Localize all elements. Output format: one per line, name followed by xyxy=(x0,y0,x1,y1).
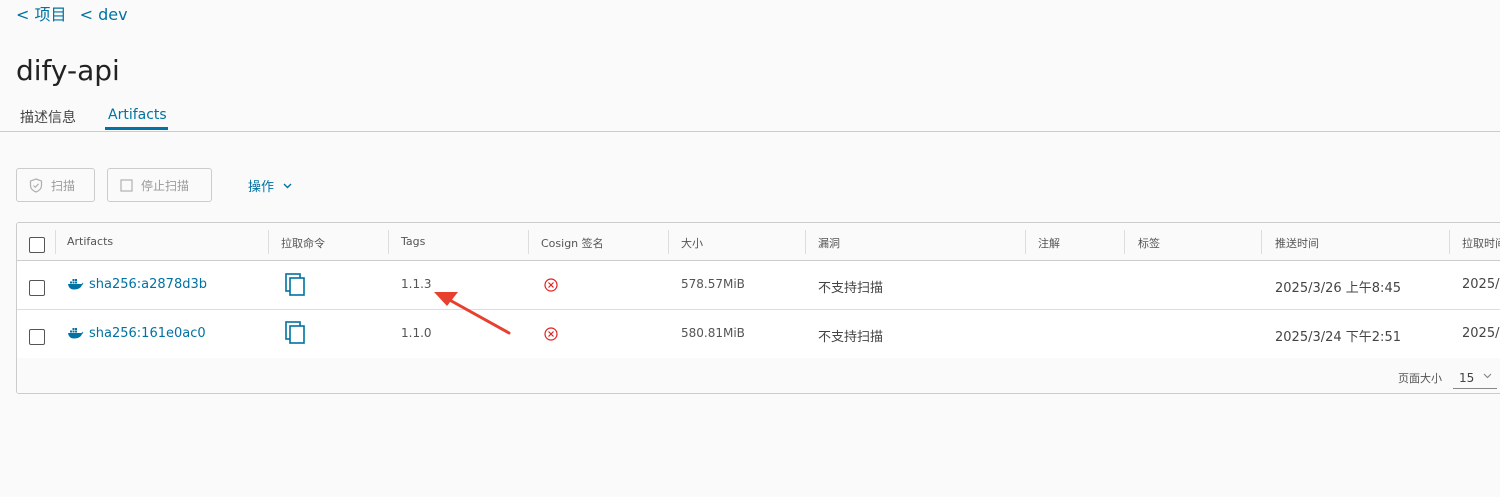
col-header-tags[interactable]: Tags xyxy=(401,235,425,248)
breadcrumb-projects-link[interactable]: < 项目 xyxy=(16,5,67,24)
push-time: 2025/3/24 下午2:51 xyxy=(1275,330,1401,345)
column-divider xyxy=(1025,230,1026,254)
column-divider xyxy=(268,230,269,254)
page-size-label: 页面大小 xyxy=(1398,372,1442,385)
copy-pull-command-icon[interactable] xyxy=(285,273,306,301)
stop-scan-button[interactable]: 停止扫描 xyxy=(107,168,212,202)
scan-button[interactable]: 扫描 xyxy=(16,168,95,202)
breadcrumb: < 项目 < dev xyxy=(16,1,136,25)
pull-time: 2025/ xyxy=(1462,277,1500,292)
row-checkbox[interactable] xyxy=(29,329,45,345)
copy-pull-command-icon[interactable] xyxy=(285,321,306,349)
col-header-push-time[interactable]: 推送时间 xyxy=(1275,235,1319,251)
artifact-digest-link[interactable]: sha256:a2878d3b xyxy=(67,277,207,292)
active-tab-indicator xyxy=(105,127,168,130)
col-header-annotations[interactable]: 注解 xyxy=(1038,235,1060,251)
actions-dropdown-label: 操作 xyxy=(248,180,275,195)
docker-icon xyxy=(68,328,84,339)
col-header-artifacts[interactable]: Artifacts xyxy=(67,235,113,248)
column-divider xyxy=(528,230,529,254)
actions-dropdown[interactable]: 操作 xyxy=(248,176,292,195)
breadcrumb-dev-link[interactable]: < dev xyxy=(80,5,128,24)
table-row[interactable]: sha256:161e0ac0 1.1.0 580.81MiB 不支持扫描 20… xyxy=(17,310,1500,359)
artifact-digest-link[interactable]: sha256:161e0ac0 xyxy=(67,326,206,341)
stop-square-icon xyxy=(120,178,133,192)
not-signed-icon xyxy=(544,277,558,296)
page-size-select[interactable]: 15 xyxy=(1453,364,1497,389)
table-row[interactable]: sha256:a2878d3b 1.1.3 578.57MiB 不支持扫描 20… xyxy=(17,261,1500,310)
docker-icon xyxy=(68,279,84,290)
col-header-labels[interactable]: 标签 xyxy=(1138,235,1160,251)
artifact-tag: 1.1.3 xyxy=(401,277,432,291)
col-header-pull-time[interactable]: 拉取时间 xyxy=(1462,235,1500,251)
column-divider xyxy=(805,230,806,254)
stop-scan-button-label: 停止扫描 xyxy=(141,178,190,193)
page-title: dify-api xyxy=(16,54,120,87)
artifact-size: 578.57MiB xyxy=(681,277,745,291)
artifacts-table: Artifacts 拉取命令 Tags Cosign 签名 大小 漏洞 注解 标… xyxy=(16,222,1500,394)
not-signed-icon xyxy=(544,326,558,345)
table-header: Artifacts 拉取命令 Tags Cosign 签名 大小 漏洞 注解 标… xyxy=(17,223,1500,261)
chevron-down-icon xyxy=(1483,373,1492,379)
artifact-digest: sha256:161e0ac0 xyxy=(89,326,206,341)
page-size-value: 15 xyxy=(1459,371,1475,385)
col-header-vulnerabilities[interactable]: 漏洞 xyxy=(818,235,840,251)
column-divider xyxy=(1261,230,1262,254)
table-footer: 页面大小 15 xyxy=(17,358,1500,393)
tab-info[interactable]: 描述信息 xyxy=(20,107,76,127)
artifact-tag: 1.1.0 xyxy=(401,326,432,340)
row-checkbox[interactable] xyxy=(29,280,45,296)
push-time: 2025/3/26 上午8:45 xyxy=(1275,281,1401,296)
pull-time: 2025/ xyxy=(1462,326,1500,341)
column-divider xyxy=(55,230,56,254)
scan-button-label: 扫描 xyxy=(51,178,76,193)
vulnerability-status: 不支持扫描 xyxy=(818,281,884,296)
column-divider xyxy=(668,230,669,254)
tab-artifacts[interactable]: Artifacts xyxy=(108,107,167,123)
col-header-pull-command[interactable]: 拉取命令 xyxy=(281,235,325,251)
col-header-size[interactable]: 大小 xyxy=(681,235,703,251)
column-divider xyxy=(1124,230,1125,254)
column-divider xyxy=(1449,230,1450,254)
artifact-size: 580.81MiB xyxy=(681,326,745,340)
chevron-down-icon xyxy=(283,183,292,188)
artifact-digest: sha256:a2878d3b xyxy=(89,277,207,292)
col-header-cosign[interactable]: Cosign 签名 xyxy=(541,235,604,251)
column-divider xyxy=(388,230,389,254)
tab-bar: 描述信息 Artifacts xyxy=(0,103,1500,132)
select-all-checkbox[interactable] xyxy=(29,237,45,253)
shield-icon xyxy=(29,177,43,193)
vulnerability-status: 不支持扫描 xyxy=(818,330,884,345)
